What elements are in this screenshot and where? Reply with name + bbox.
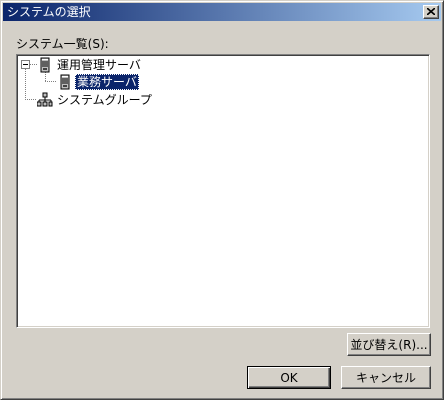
tree-node-management-server[interactable]: 運用管理サーバ: [37, 57, 197, 73]
tree-node-label: システムグループ: [57, 93, 152, 107]
server-icon: [60, 74, 70, 90]
close-icon: [427, 8, 435, 15]
ok-button[interactable]: OK: [247, 366, 331, 389]
close-button[interactable]: [423, 5, 439, 19]
dialog-window: システムの選択 システム一覧(S): 運用管理サーバ 業務サーバ システムグルー…: [0, 0, 444, 400]
cancel-button[interactable]: キャンセル: [341, 366, 431, 389]
tree-node-system-group[interactable]: システムグループ: [37, 92, 197, 108]
system-tree-view[interactable]: 運用管理サーバ 業務サーバ システムグループ: [16, 54, 430, 328]
tree-node-business-server[interactable]: 業務サーバ: [57, 74, 167, 90]
tree-node-label: 業務サーバ: [75, 74, 139, 90]
network-group-icon: [37, 92, 53, 107]
tree-collapse-toggle[interactable]: [21, 60, 30, 69]
window-title: システムの選択: [7, 5, 91, 19]
title-bar[interactable]: システムの選択: [3, 3, 441, 21]
server-icon: [40, 57, 50, 73]
sort-button[interactable]: 並び替え(R)...: [347, 333, 431, 356]
system-list-label: システム一覧(S):: [16, 37, 109, 51]
tree-node-label: 運用管理サーバ: [57, 58, 141, 72]
